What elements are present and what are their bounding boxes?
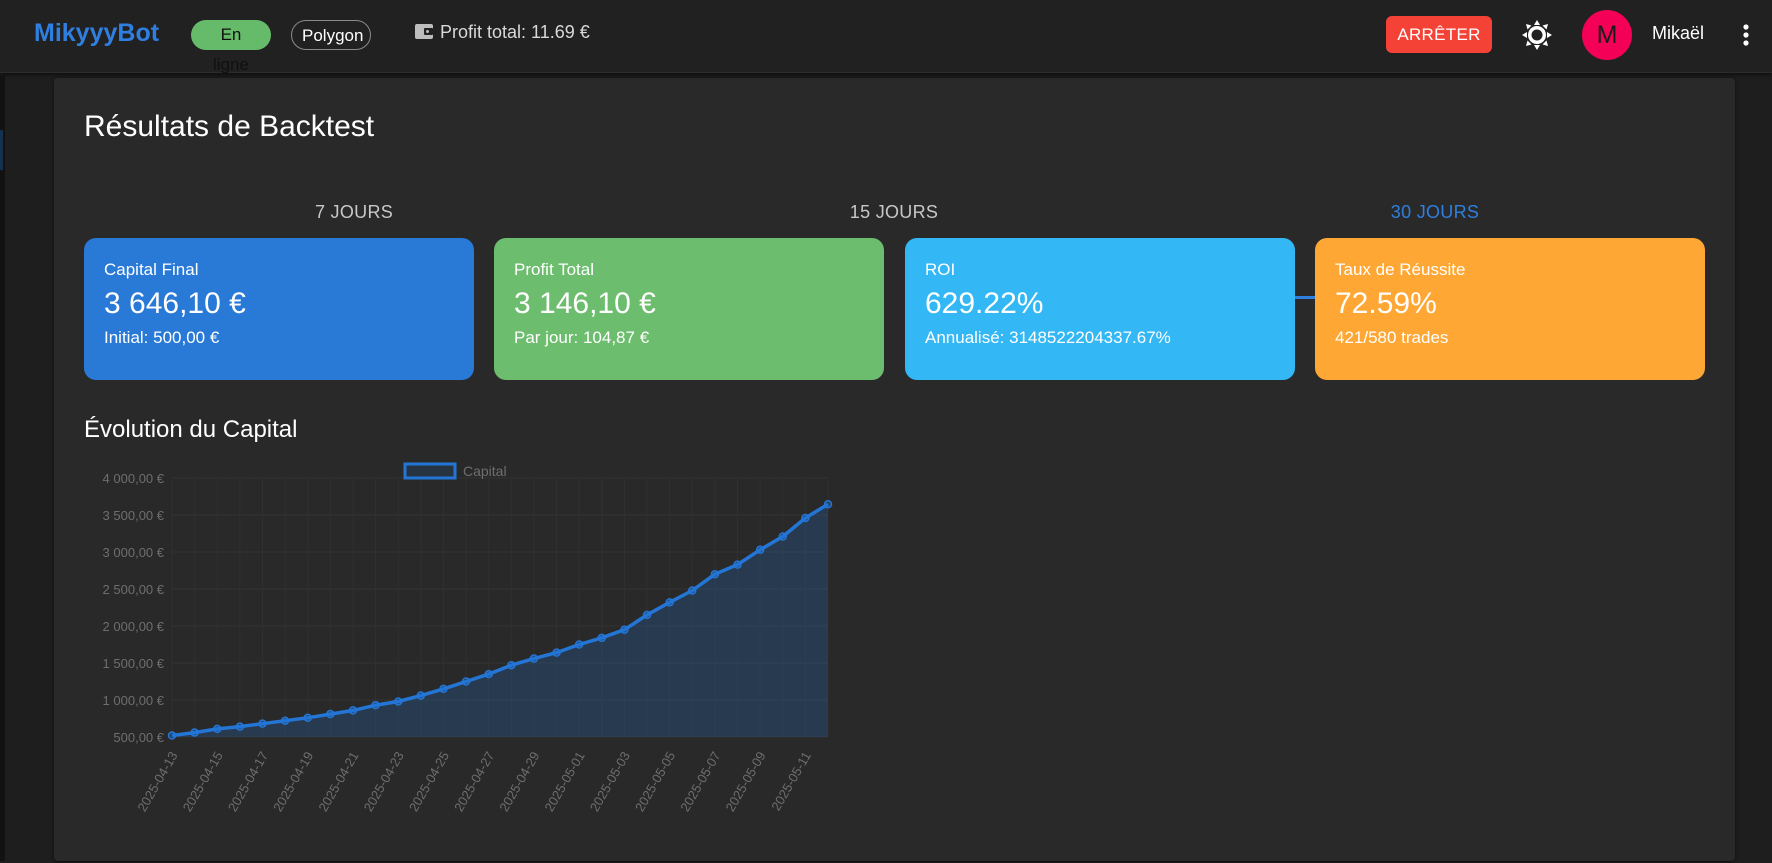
x-tick-label: 2025-05-09 [722,749,768,814]
app-bar: MikyyyBot En ligne Polygon Profit total:… [0,0,1772,74]
capital-point [371,700,380,710]
y-tick-label: 1 000,00 € [103,693,165,708]
y-tick-label: 500,00 € [113,730,164,745]
sidebar-collapsed [0,75,5,861]
capital-chart-svg: 4 000,00 € 3 500,00 € 3 000,00 € 2 500,00 €… [103,462,833,814]
capital-point [688,586,697,595]
capital-point [755,545,765,555]
card-subtext: 421/580 trades [1335,328,1449,347]
capital-point [507,660,516,670]
capital-point [484,669,493,679]
capital-point [778,532,788,541]
capital-point [190,728,199,737]
x-tick-label: 2025-05-07 [677,749,723,814]
x-tick-label: 2025-04-23 [361,749,407,814]
capital-point [642,610,652,620]
capital-point [212,724,222,734]
capital-point [280,716,290,725]
y-tick-label: 3 500,00 € [103,508,165,523]
card-subtext: Initial: 500,00 € [104,328,220,347]
brightness-icon[interactable] [1520,18,1554,52]
capital-point [733,560,742,569]
capital-point [552,648,561,657]
card-subtext: Par jour: 104,87 € [514,328,650,347]
y-tick-label: 3 000,00 € [103,545,165,560]
card-label: ROI [925,260,956,279]
card-profit-total: Profit Total 3 146,10 € Par jour: 104,87… [494,238,884,380]
status-chip: En ligne [191,20,271,74]
capital-point [801,513,810,523]
x-tick-label: 2025-04-15 [180,749,226,814]
summary-cards: Capital Final 3 646,10 € Initial: 500,00… [84,238,1705,380]
card-capital-final: Capital Final 3 646,10 € Initial: 500,00… [84,238,474,380]
x-tick-label: 2025-04-21 [315,749,361,814]
capital-point [439,684,448,694]
legend-label: Capital [463,463,507,479]
y-tick-label: 1 500,00 € [103,656,165,671]
capital-point [167,731,177,740]
x-tick-label: 2025-04-17 [225,749,271,814]
capital-point [416,691,426,700]
card-subtext: Annualisé: 3148522204337.67% [925,328,1171,347]
wallet-icon [415,24,433,40]
x-tick-label: 2025-04-25 [406,749,452,814]
network-chip[interactable]: Polygon [291,20,371,50]
page-title: Résultats de Backtest [84,110,375,143]
capital-point [303,713,312,723]
x-tick-label: 2025-04-29 [496,749,542,814]
card-value: 629.22% [925,287,1044,320]
capital-point [574,640,584,649]
profit-total-indicator: Profit total: 11.69 € [414,22,590,43]
username[interactable]: Mikaël [1652,23,1704,44]
x-tick-label: 2025-04-19 [270,749,316,814]
x-tick-label: 2025-04-27 [451,749,497,814]
y-tick-label: 2 000,00 € [103,619,165,634]
legend-swatch [403,462,457,480]
card-label: Capital Final [104,260,199,279]
section-title: Évolution du Capital [84,416,298,443]
capital-point [710,569,720,579]
capital-point [620,625,629,634]
card-value: 72.59% [1335,287,1437,320]
card-label: Taux de Réussite [1335,260,1466,279]
y-tick-label: 4 000,00 € [103,471,165,486]
stop-button[interactable]: ARRÊTER [1386,16,1492,53]
profit-total-text: Profit total: 11.69 € [440,22,590,42]
y-tick-label: 2 500,00 € [103,582,165,597]
card-label: Profit Total [514,260,595,279]
capital-chart: 4 000,00 € 3 500,00 € 3 000,00 € 2 500,00 €… [54,458,854,858]
card-value: 3 146,10 € [514,287,656,320]
capital-point [823,499,833,509]
more-vert-icon[interactable] [1736,18,1756,52]
capital-point [235,722,245,731]
brand-title[interactable]: MikyyyBot [34,19,159,48]
card-value: 3 646,10 € [104,287,246,320]
capital-point [258,719,267,728]
x-tick-label: 2025-05-11 [768,749,814,813]
backtest-results-panel: Résultats de Backtest 7 JOURS 15 JOURS 3… [54,78,1735,861]
capital-point [461,677,471,686]
card-roi: ROI 629.22% Annualisé: 3148522204337.67% [905,238,1295,380]
capital-point [665,598,674,607]
capital-point [326,709,335,719]
capital-area [172,504,828,737]
x-tick-label: 2025-04-13 [134,749,180,814]
x-tick-label: 2025-05-03 [587,749,633,814]
x-tick-label: 2025-05-01 [542,749,588,814]
capital-point [348,706,358,715]
capital-point [597,633,607,643]
sidebar-active-indicator [0,130,3,170]
capital-point [529,654,539,663]
x-tick-label: 2025-05-05 [632,749,678,814]
avatar[interactable]: M [1582,10,1632,60]
capital-point [393,697,403,706]
card-win-rate: Taux de Réussite 72.59% 421/580 trades [1315,238,1705,380]
